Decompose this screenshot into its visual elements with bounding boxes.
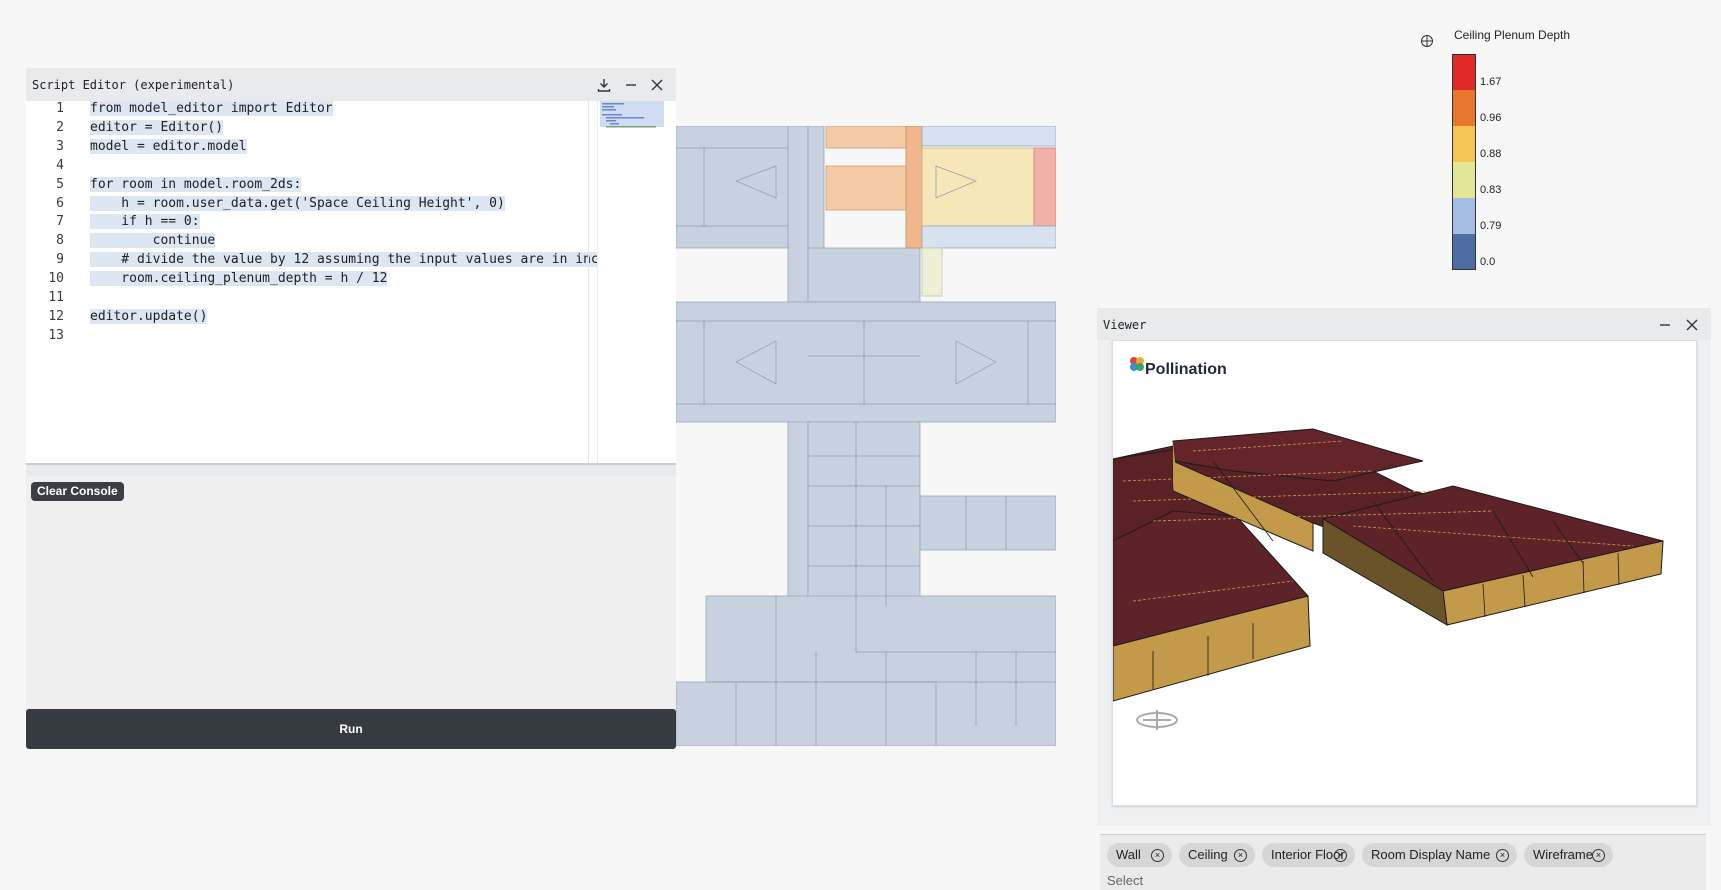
layer-chip[interactable]: Wall ×: [1107, 843, 1172, 867]
code-line[interactable]: room.ceiling_plenum_depth = h / 12: [90, 271, 388, 287]
script-editor-title: Script Editor (experimental): [32, 78, 235, 92]
minimize-icon[interactable]: [1654, 314, 1676, 336]
line-number: 6: [56, 195, 64, 211]
layer-select-input[interactable]: Select: [1107, 873, 1143, 888]
code-line[interactable]: for room in model.room_2ds:: [90, 176, 302, 192]
legend-frame: [1452, 54, 1476, 270]
remove-chip-icon[interactable]: ×: [1496, 849, 1509, 862]
clear-console-button[interactable]: Clear Console: [31, 482, 124, 501]
remove-chip-icon[interactable]: ×: [1592, 849, 1605, 862]
line-number: 11: [48, 290, 64, 305]
move-icon[interactable]: [1420, 34, 1434, 53]
script-editor-titlebar[interactable]: Script Editor (experimental): [26, 68, 676, 102]
remove-chip-icon[interactable]: ×: [1334, 849, 1347, 862]
color-legend: Ceiling Plenum Depth 1.67 0.96 0.88 0.83 0.7…: [1420, 26, 1620, 276]
editor-console-splitter[interactable]: [26, 463, 676, 477]
layer-chip[interactable]: Wireframe ×: [1524, 843, 1613, 867]
legend-label: 1.67: [1480, 76, 1502, 88]
legend-label: 0.83: [1480, 184, 1502, 196]
legend-label: 0.79: [1480, 220, 1502, 232]
building-3d-render: [1113, 428, 1664, 702]
line-number: 1: [56, 101, 64, 116]
code-line[interactable]: editor = Editor(): [90, 119, 224, 135]
console-output: Clear Console: [26, 476, 676, 716]
line-number: 3: [56, 138, 64, 154]
legend-label: 0.96: [1480, 112, 1502, 124]
download-icon[interactable]: [593, 74, 615, 96]
close-icon[interactable]: [1681, 314, 1703, 336]
3d-viewport[interactable]: Pollination: [1112, 340, 1697, 806]
editor-vertical-divider: [588, 101, 589, 463]
line-number: 12: [48, 308, 64, 324]
legend-title: Ceiling Plenum Depth: [1454, 28, 1571, 42]
remove-chip-icon[interactable]: ×: [1234, 849, 1247, 862]
viewer-titlebar[interactable]: Viewer: [1097, 308, 1711, 340]
line-number: 5: [56, 176, 64, 192]
code-line[interactable]: continue: [90, 233, 216, 249]
line-number: 2: [56, 119, 64, 135]
layer-filter-bar[interactable]: Wall × Ceiling × Interior Floor × Room Display…: [1100, 834, 1706, 890]
line-number: 8: [56, 233, 64, 249]
run-button[interactable]: Run: [26, 709, 676, 749]
script-editor-panel: Script Editor (experimental) 1 2 3 4 5 6 7 8 9 10…: [26, 68, 676, 752]
code-line[interactable]: h = room.user_data.get('Space Ceiling He…: [90, 195, 505, 211]
line-number-gutter: 1 2 3 4 5 6 7 8 9 10 11 12 13: [26, 101, 90, 463]
viewer-title: Viewer: [1103, 318, 1147, 332]
line-number: 13: [48, 327, 64, 343]
close-icon[interactable]: [646, 74, 668, 96]
line-number: 10: [48, 271, 64, 287]
layer-chip[interactable]: Room Display Name ×: [1362, 843, 1517, 867]
code-editor[interactable]: 1 2 3 4 5 6 7 8 9 10 11 12 13 from model_editor impo…: [26, 101, 676, 463]
code-line[interactable]: if h == 0:: [90, 214, 200, 230]
code-line[interactable]: model = editor.model: [90, 138, 247, 154]
remove-chip-icon[interactable]: ×: [1151, 849, 1164, 862]
layer-chip-label: Room Display Name: [1371, 847, 1491, 862]
layer-chip[interactable]: Ceiling ×: [1179, 843, 1255, 867]
line-number: 9: [56, 252, 64, 268]
legend-label: 0.88: [1480, 148, 1502, 160]
code-line[interactable]: from model_editor import Editor: [90, 101, 333, 116]
layer-chip-label: Wall: [1116, 847, 1141, 862]
compass-gizmo-icon[interactable]: [1133, 706, 1181, 737]
layer-chip-label: Ceiling: [1188, 847, 1228, 862]
legend-label: 0.0: [1480, 256, 1496, 268]
code-minimap[interactable]: [597, 101, 666, 463]
viewer-panel: Viewer Pollination Wall × Ceiling × Inte…: [1097, 308, 1711, 890]
viewer-body: Pollination: [1097, 340, 1711, 826]
line-number: 7: [56, 214, 64, 230]
minimize-icon[interactable]: [620, 74, 642, 96]
floorplan-canvas[interactable]: [676, 126, 1056, 746]
line-number: 4: [56, 157, 64, 173]
code-line[interactable]: editor.update(): [90, 308, 208, 324]
code-line[interactable]: # divide the value by 12 assuming the in…: [90, 252, 599, 268]
layer-chip-label: Wireframe: [1533, 847, 1593, 862]
layer-chip[interactable]: Interior Floor ×: [1262, 843, 1355, 867]
